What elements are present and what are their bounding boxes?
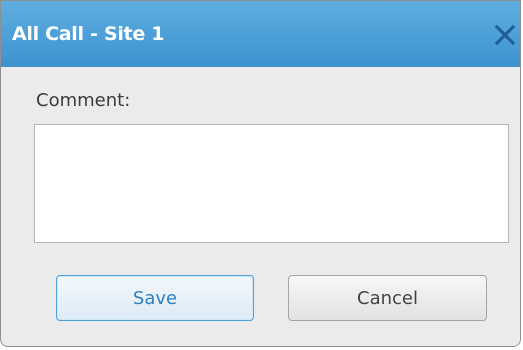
comment-label: Comment:: [36, 90, 131, 111]
cancel-button-label: Cancel: [357, 287, 418, 309]
all-call-dialog: All Call - Site 1 Comment: Save Cancel: [0, 0, 521, 347]
close-button[interactable]: [488, 19, 520, 49]
save-button-label: Save: [132, 287, 178, 309]
cancel-button[interactable]: Cancel: [288, 275, 487, 321]
dialog-titlebar[interactable]: All Call - Site 1: [1, 1, 520, 67]
close-icon: [494, 24, 516, 46]
comment-field[interactable]: [34, 124, 509, 243]
dialog-body: Comment: Save Cancel: [1, 67, 520, 346]
dialog-title: All Call - Site 1: [12, 23, 165, 45]
save-button[interactable]: Save: [56, 275, 254, 321]
